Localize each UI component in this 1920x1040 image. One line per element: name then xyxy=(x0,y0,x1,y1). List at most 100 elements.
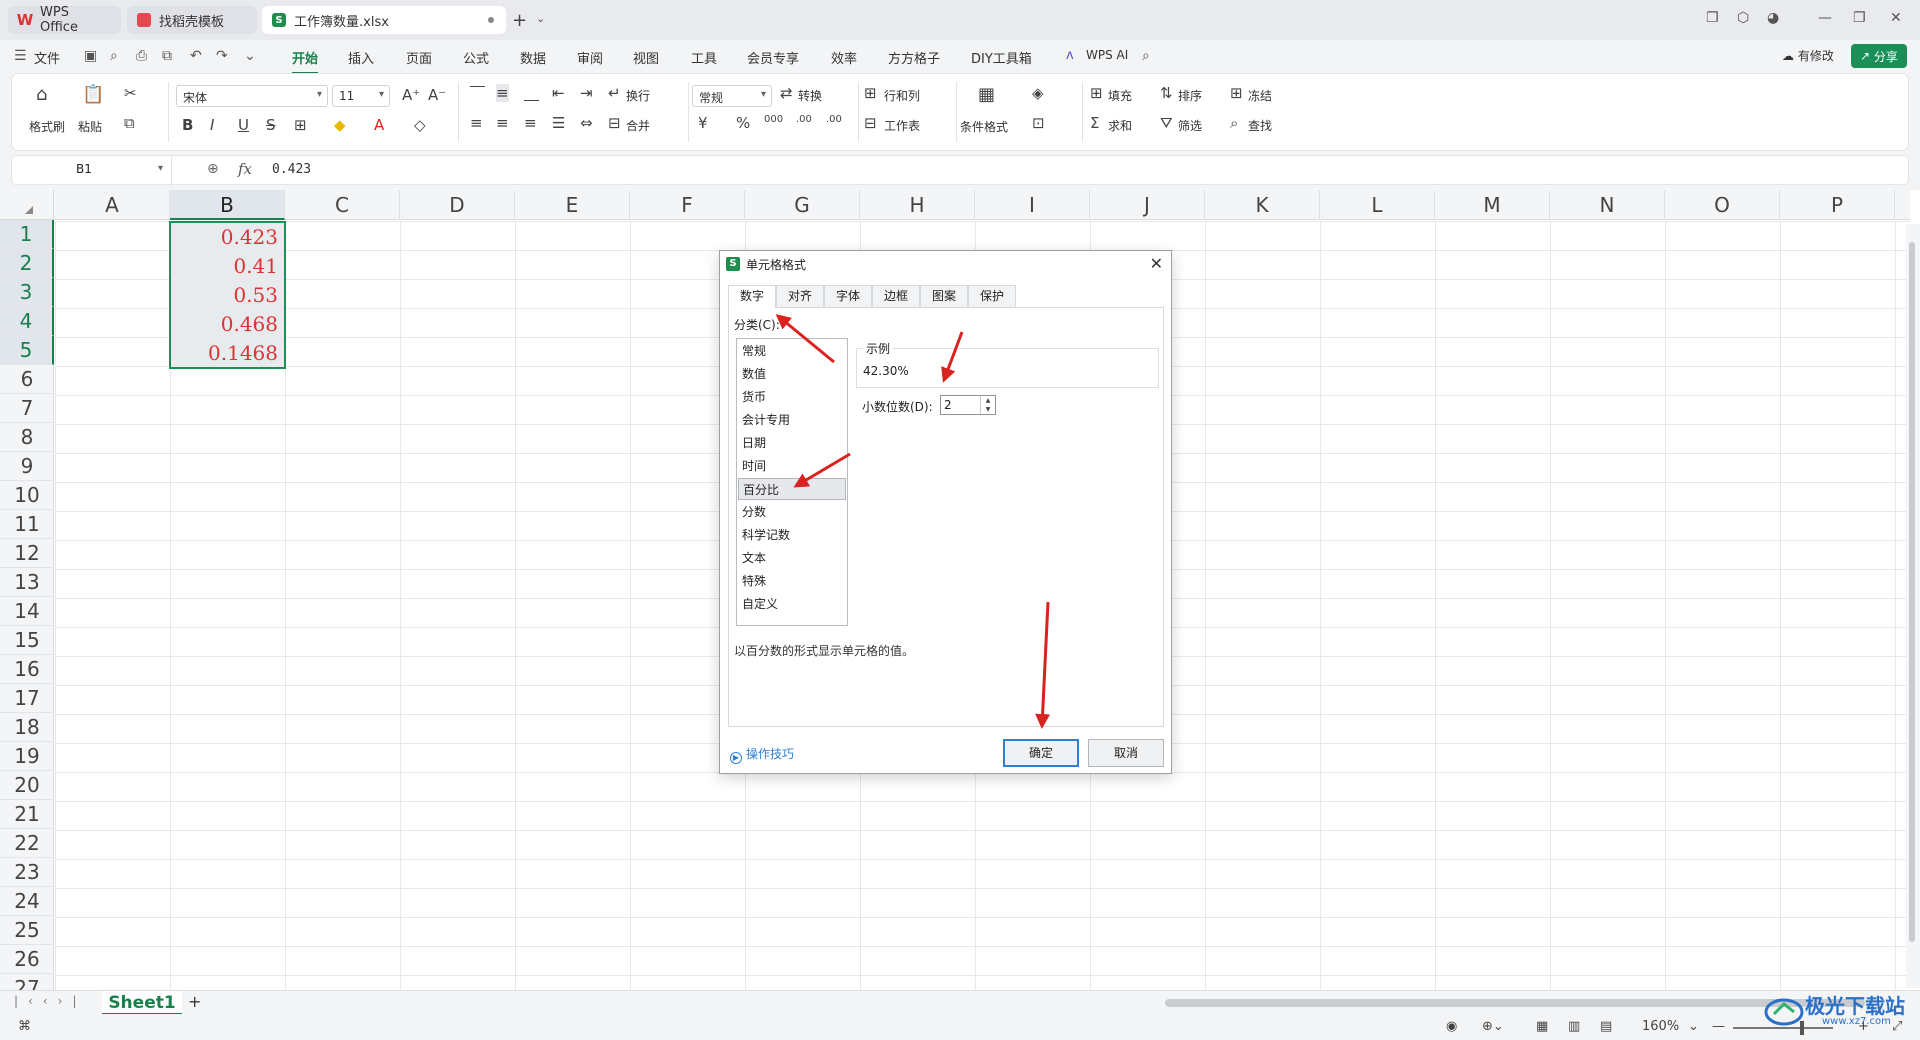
row-header-13[interactable]: 13 xyxy=(0,568,54,597)
percent-icon[interactable]: % xyxy=(736,114,750,132)
increase-font-icon[interactable]: A⁺ xyxy=(402,86,420,104)
zoom-formula-icon[interactable]: ⊕ xyxy=(207,161,219,177)
menu-home[interactable]: 开始 xyxy=(292,48,319,74)
scroll-thumb[interactable] xyxy=(1909,242,1915,942)
italic-icon[interactable]: I xyxy=(210,116,214,134)
decimal-places-spinner[interactable]: ▲ ▼ xyxy=(980,396,995,414)
column-header-j[interactable]: J xyxy=(1090,190,1205,220)
merge-icon[interactable]: ⊟ xyxy=(608,114,621,132)
column-header-p[interactable]: P xyxy=(1780,190,1895,220)
unsaved-dot-icon[interactable] xyxy=(488,17,494,23)
print-preview-icon[interactable]: ⧉ xyxy=(162,48,172,64)
category-item-9[interactable]: 文本 xyxy=(738,547,846,569)
currency-icon[interactable]: ¥ xyxy=(698,114,708,132)
column-header-g[interactable]: G xyxy=(745,190,860,220)
print-icon[interactable]: ⎙ xyxy=(136,48,147,64)
chevron-down-icon[interactable]: ⌄ xyxy=(536,12,545,25)
format-painter-icon[interactable]: ⌂ xyxy=(36,84,47,105)
column-header-l[interactable]: L xyxy=(1320,190,1435,220)
fill-button[interactable]: 填充 xyxy=(1108,87,1132,104)
menu-member[interactable]: 会员专享 xyxy=(747,48,799,67)
category-item-11[interactable]: 自定义 xyxy=(738,593,846,615)
category-item-0[interactable]: 常规 xyxy=(738,340,846,362)
hamburger-menu-icon[interactable]: ☰ xyxy=(14,48,27,64)
macro-icon[interactable]: ⌘ xyxy=(18,1019,31,1034)
cell-b1[interactable]: 0.423 xyxy=(171,223,282,252)
row-header-14[interactable]: 14 xyxy=(0,597,54,626)
find-button[interactable]: 查找 xyxy=(1248,117,1272,134)
cube-icon[interactable]: ⬡ xyxy=(1737,10,1749,26)
row-header-2[interactable]: 2 xyxy=(0,249,54,278)
menu-page[interactable]: 页面 xyxy=(406,48,432,67)
row-header-9[interactable]: 9 xyxy=(0,452,54,481)
select-all-corner[interactable] xyxy=(0,190,54,220)
row-header-17[interactable]: 17 xyxy=(0,684,54,713)
convert-icon[interactable]: ⇄ xyxy=(780,84,793,102)
ok-button[interactable]: 确定 xyxy=(1003,739,1079,767)
category-item-4[interactable]: 日期 xyxy=(738,432,846,454)
align-left-icon[interactable]: ≡ xyxy=(470,114,483,132)
align-right-icon[interactable]: ≡ xyxy=(524,114,537,132)
thousands-icon[interactable]: 000 xyxy=(764,114,783,125)
row-header-21[interactable]: 21 xyxy=(0,800,54,829)
wrap-button[interactable]: 换行 xyxy=(626,87,650,104)
cell-style-icon[interactable]: ◈ xyxy=(1032,84,1044,102)
sum-button[interactable]: 求和 xyxy=(1108,117,1132,134)
row-header-20[interactable]: 20 xyxy=(0,771,54,800)
column-header-h[interactable]: H xyxy=(860,190,975,220)
align-bottom-icon[interactable]: ⎽ xyxy=(524,84,539,102)
number-format-select[interactable]: 常规 ▾ xyxy=(692,85,772,107)
locate-icon[interactable]: ⊕⌄ xyxy=(1482,1019,1504,1034)
sort-icon[interactable]: ⇅ xyxy=(1160,84,1173,102)
function-icon[interactable]: fx xyxy=(238,160,252,178)
column-header-d[interactable]: D xyxy=(400,190,515,220)
underline-icon[interactable]: U xyxy=(238,116,249,134)
search-icon[interactable]: ⌕ xyxy=(1142,48,1150,64)
font-size-select[interactable]: 11 ▾ xyxy=(332,85,390,107)
row-header-11[interactable]: 11 xyxy=(0,510,54,539)
spin-down-icon[interactable]: ▼ xyxy=(981,405,995,414)
decrease-font-icon[interactable]: A⁻ xyxy=(428,86,446,104)
row-header-1[interactable]: 1 xyxy=(0,220,54,249)
convert-button[interactable]: 转换 xyxy=(798,87,822,104)
wps-ai-icon[interactable]: ʌ xyxy=(1066,48,1074,63)
column-header-o[interactable]: O xyxy=(1665,190,1780,220)
row-header-10[interactable]: 10 xyxy=(0,481,54,510)
search-doc-icon[interactable]: ⌕ xyxy=(110,48,118,64)
row-header-25[interactable]: 25 xyxy=(0,916,54,945)
fill-icon[interactable]: ⊞ xyxy=(1090,84,1103,102)
sheet-tab-sheet1[interactable]: Sheet1 xyxy=(102,991,182,1015)
filter-button[interactable]: 筛选 xyxy=(1178,117,1202,134)
border-icon[interactable]: ⊞ xyxy=(294,116,307,134)
cell-b4[interactable]: 0.468 xyxy=(171,310,282,339)
zoom-dropdown-icon[interactable]: ⌄ xyxy=(1688,1019,1699,1034)
menu-diy-toolbox[interactable]: DIY工具箱 xyxy=(971,48,1032,67)
dialog-tab-5[interactable]: 保护 xyxy=(968,285,1016,307)
column-header-b[interactable]: B xyxy=(170,190,285,220)
close-icon[interactable]: ✕ xyxy=(1150,254,1163,273)
modify-status-button[interactable]: ☁ 有修改 xyxy=(1782,47,1834,64)
increase-decimal-icon[interactable]: .00 xyxy=(796,114,812,125)
sum-icon[interactable]: Σ xyxy=(1090,114,1099,132)
strikethrough-icon[interactable]: S xyxy=(266,116,276,134)
rows-cols-button[interactable]: 行和列 xyxy=(884,87,920,104)
share-button[interactable]: ↗ 分享 xyxy=(1851,44,1907,68)
find-icon[interactable]: ⌕ xyxy=(1230,114,1238,132)
window-layout-icon[interactable]: ❐ xyxy=(1706,10,1719,26)
row-header-12[interactable]: 12 xyxy=(0,539,54,568)
freeze-button[interactable]: 冻结 xyxy=(1248,87,1272,104)
column-header-m[interactable]: M xyxy=(1435,190,1550,220)
spin-up-icon[interactable]: ▲ xyxy=(981,396,995,405)
merge-button[interactable]: 合并 xyxy=(626,117,650,134)
zoom-out-icon[interactable]: — xyxy=(1712,1019,1725,1034)
menu-wps-ai[interactable]: WPS AI xyxy=(1086,48,1128,62)
menu-fangfang[interactable]: 方方格子 xyxy=(888,48,940,67)
column-header-n[interactable]: N xyxy=(1550,190,1665,220)
row-header-7[interactable]: 7 xyxy=(0,394,54,423)
menu-file[interactable]: 文件 xyxy=(34,48,60,67)
bold-icon[interactable]: B xyxy=(182,116,193,134)
category-item-7[interactable]: 分数 xyxy=(738,501,846,523)
save-icon[interactable]: ▣ xyxy=(84,48,97,64)
row-header-5[interactable]: 5 xyxy=(0,336,54,365)
copy-icon[interactable]: ⧉ xyxy=(124,114,135,132)
